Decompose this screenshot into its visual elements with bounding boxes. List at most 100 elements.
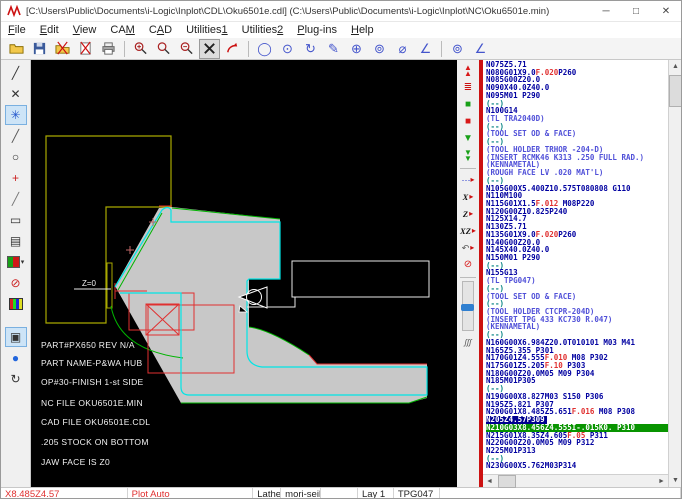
feed-marks-button[interactable]: ʃʃʃ bbox=[459, 335, 477, 350]
canvas-label: PART NAME-P&WA HUB bbox=[41, 358, 142, 368]
scroll-up-arrow[interactable]: ▲ bbox=[669, 60, 682, 73]
zoom-extents-button[interactable] bbox=[199, 39, 220, 59]
datum-label: Z=0 bbox=[82, 279, 97, 288]
inspect-tangent-button[interactable]: ⊚ bbox=[369, 39, 390, 59]
open-nc-file-button[interactable] bbox=[75, 39, 96, 59]
point-tool[interactable]: + bbox=[5, 168, 27, 188]
window-title: [C:\Users\Public\Documents\i-Logic\Inplo… bbox=[26, 6, 591, 17]
menu-file[interactable]: File bbox=[1, 22, 33, 38]
code-line[interactable]: N230G00X5.762M03P314 bbox=[486, 462, 668, 470]
inspect-center-button[interactable]: ⊕ bbox=[346, 39, 367, 59]
code-line[interactable]: N225M01P313 bbox=[486, 447, 668, 455]
zoom-out-button[interactable] bbox=[176, 39, 197, 59]
circle-tool[interactable]: ○ bbox=[5, 147, 27, 167]
layer-palette[interactable] bbox=[5, 294, 27, 314]
code-line[interactable]: N185M01P305 bbox=[486, 377, 668, 385]
speed-slider[interactable] bbox=[459, 281, 477, 333]
spare-pane-2 bbox=[440, 488, 681, 499]
inspect-diameter-button[interactable]: ⌀ bbox=[392, 39, 413, 59]
open-file-button[interactable] bbox=[6, 39, 27, 59]
print-button[interactable] bbox=[98, 39, 119, 59]
measure-grid-tool[interactable]: ▤ bbox=[5, 231, 27, 251]
spare-pane bbox=[321, 488, 358, 499]
menu-utilities1[interactable]: Utilities1 bbox=[179, 22, 235, 38]
code-line[interactable]: (KENNAMETAL) bbox=[486, 323, 668, 331]
maximize-button[interactable]: □ bbox=[621, 1, 651, 21]
inspect-arc-button[interactable]: ↻ bbox=[300, 39, 321, 59]
zoom-in-button[interactable] bbox=[130, 39, 151, 59]
open-cdl-file-button[interactable] bbox=[52, 39, 73, 59]
menu-view[interactable]: View bbox=[66, 22, 104, 38]
stop-button[interactable]: ■ bbox=[459, 114, 477, 129]
vertical-scroll-thumb[interactable] bbox=[669, 75, 682, 107]
rewind-to-top-button[interactable]: ▲▲ bbox=[459, 63, 477, 78]
code-line[interactable]: (TL TRA2040D) bbox=[486, 115, 668, 123]
speed-slider-thumb[interactable] bbox=[461, 304, 474, 311]
code-line[interactable]: (TL TPG047) bbox=[486, 277, 668, 285]
run-to-end-button[interactable]: ▼▼ bbox=[459, 148, 477, 163]
tool-indicator: TPG047 bbox=[394, 488, 440, 499]
code-line[interactable]: N150M01 P290 bbox=[486, 254, 668, 262]
minimize-button[interactable]: ─ bbox=[591, 1, 621, 21]
menu-cam[interactable]: CAM bbox=[103, 22, 141, 38]
z-axis-button[interactable]: Z▸ bbox=[459, 206, 477, 221]
dots-trace-button[interactable]: ⋯▸ bbox=[459, 172, 477, 187]
rectangle-tool[interactable]: ▭ bbox=[5, 210, 27, 230]
code-line[interactable]: N095M01 P290 bbox=[486, 92, 668, 100]
erase-tool[interactable]: ⊘ bbox=[5, 273, 27, 293]
undo-move-button[interactable]: ↶▸ bbox=[459, 240, 477, 255]
inspect-draw-button[interactable]: ✎ bbox=[323, 39, 344, 59]
save-button[interactable] bbox=[29, 39, 50, 59]
step-button[interactable]: ▼ bbox=[459, 131, 477, 146]
line-endpoint-tool[interactable]: ╱ bbox=[5, 126, 27, 146]
trim-tool[interactable]: ✕ bbox=[5, 84, 27, 104]
rotate-view-tool[interactable]: ↻ bbox=[5, 369, 27, 389]
machine-type: Lathe bbox=[253, 488, 281, 499]
view-cube-tool[interactable]: ▣ bbox=[5, 327, 27, 347]
code-line[interactable]: (TOOL SET OD & FACE) bbox=[486, 130, 668, 138]
color-swatch[interactable]: ▾ bbox=[5, 252, 27, 272]
halt-plot-button[interactable]: ⊘ bbox=[459, 257, 477, 272]
canvas-label: JAW FACE IS Z0 bbox=[41, 457, 110, 467]
canvas-label: PART#PX650 REV N/A bbox=[41, 340, 135, 350]
title-bar: [C:\Users\Public\Documents\i-Logic\Inplo… bbox=[1, 1, 681, 22]
sphere-view-tool[interactable]: ● bbox=[5, 348, 27, 368]
run-button[interactable]: ■ bbox=[459, 97, 477, 112]
machine-name: mori-seiki bbox=[281, 488, 321, 499]
inspect-angle-button[interactable]: ∠ bbox=[415, 39, 436, 59]
horizontal-scrollbar[interactable]: ◄ ► bbox=[483, 474, 668, 487]
main-toolbar: ◯⊙↻✎⊕⊚⌀∠⊚∠ bbox=[1, 38, 681, 60]
code-line[interactable]: (TOOL SET OD & FACE) bbox=[486, 293, 668, 301]
x-axis-button[interactable]: X▸ bbox=[459, 189, 477, 204]
menu-edit[interactable]: Edit bbox=[33, 22, 66, 38]
coordinate-readout: X8.485Z4.57 bbox=[1, 488, 128, 499]
xz-axis-button[interactable]: XZ▸ bbox=[459, 223, 477, 238]
menu-help[interactable]: Help bbox=[344, 22, 381, 38]
nc-code-listing[interactable]: N075Z5.71N080G01X9.0F.020P260N085G00Z20.… bbox=[483, 60, 668, 474]
status-bar: X8.485Z4.57Plot AutoLathemori-seikiLay 1… bbox=[1, 487, 681, 499]
scroll-down-arrow[interactable]: ▼ bbox=[669, 474, 682, 487]
scroll-left-arrow[interactable]: ◄ bbox=[483, 475, 496, 488]
app-icon bbox=[7, 5, 21, 17]
trace-circles-button[interactable]: ⊚ bbox=[447, 39, 468, 59]
layer-indicator: Lay 1 bbox=[358, 488, 394, 499]
menu-plug-ins[interactable]: Plug-ins bbox=[290, 22, 344, 38]
scroll-right-arrow[interactable]: ► bbox=[655, 475, 668, 488]
horizontal-scroll-thumb[interactable] bbox=[498, 475, 516, 488]
redraw-button[interactable] bbox=[222, 39, 243, 59]
menu-utilities2[interactable]: Utilities2 bbox=[235, 22, 291, 38]
close-button[interactable]: ✕ bbox=[651, 1, 681, 21]
zoom-window-button[interactable] bbox=[153, 39, 174, 59]
menu-cad[interactable]: CAD bbox=[142, 22, 179, 38]
plot-canvas[interactable]: Z=0 PART#PX650 REV N/A PART NAME-P&WA HUB… bbox=[31, 60, 457, 487]
inspect-point-button[interactable]: ⊙ bbox=[277, 39, 298, 59]
axis-measure-button[interactable]: ∠ bbox=[470, 39, 491, 59]
snap-point-tool[interactable]: ✳ bbox=[5, 105, 27, 125]
tangent-line-tool[interactable]: ╱ bbox=[5, 189, 27, 209]
code-line[interactable]: (ROUGH FACE LV .020 MAT'L) bbox=[486, 169, 668, 177]
vertical-scrollbar[interactable]: ▲ ▼ bbox=[668, 60, 681, 487]
block-list-button[interactable]: ≣ bbox=[459, 80, 477, 95]
inspect-line-button[interactable]: ◯ bbox=[254, 39, 275, 59]
canvas-label: NC FILE OKU6501E.MIN bbox=[41, 398, 143, 408]
line-tool[interactable]: ╱ bbox=[5, 63, 27, 83]
